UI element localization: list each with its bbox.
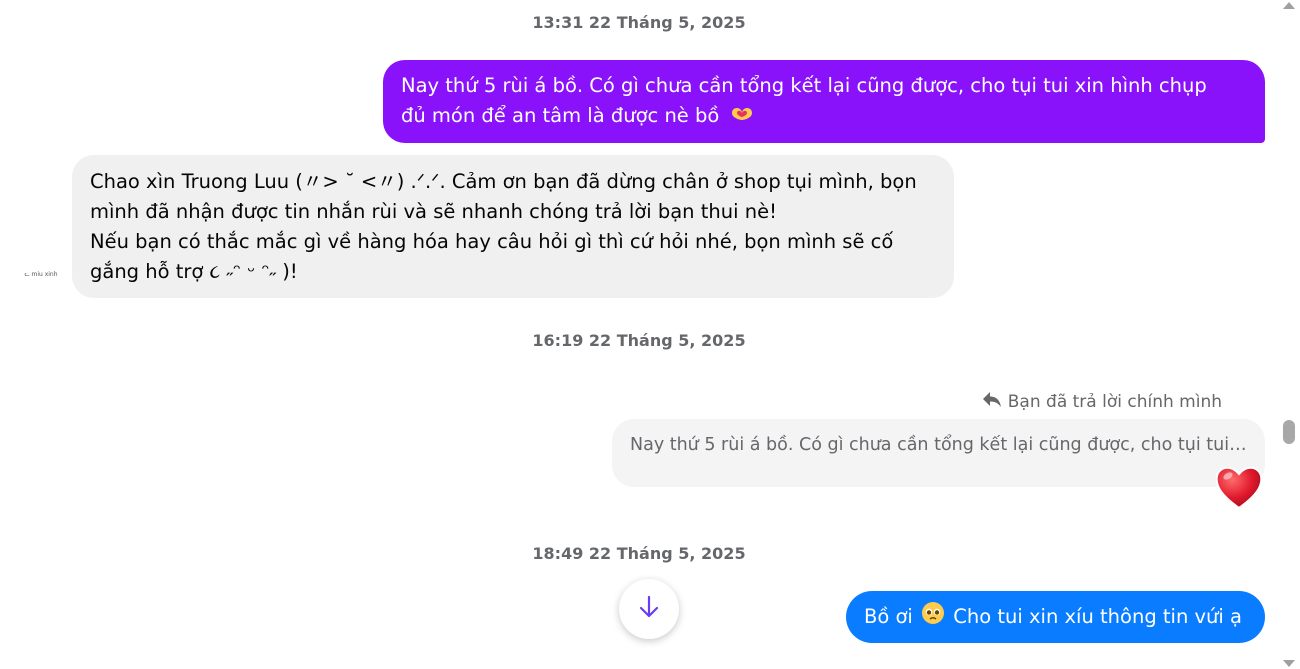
quoted-message[interactable]: Nay thứ 5 rùi á bồ. Có gì chưa cần tổng … xyxy=(612,419,1265,487)
outgoing-message[interactable]: Bồ ơi Cho tui xin xíu thông tin vứi ạ xyxy=(846,591,1265,643)
message-line: Nếu bạn có thắc mắc gì về hàng hóa hay c… xyxy=(90,230,894,253)
message-line-text: đủ món để an tâm là được nè bồ xyxy=(401,104,720,127)
message-line: đủ món để an tâm là được nè bồ xyxy=(401,101,1247,132)
arrow-down-icon xyxy=(638,595,660,624)
message-line: mình đã nhận được tin nhắn rùi và sẽ nha… xyxy=(90,200,777,223)
message-line: gắng hỗ trợ ૮ ˶ᵔ ᵕ ᵔ˶ )! xyxy=(90,260,298,283)
pleading-face-emoji-icon xyxy=(921,601,945,634)
timestamp: 16:19 22 Tháng 5, 2025 xyxy=(532,331,746,350)
scrollbar-thumb[interactable] xyxy=(1283,420,1295,444)
timestamp: 18:49 22 Tháng 5, 2025 xyxy=(532,544,746,563)
reply-label-text: Bạn đã trả lời chính mình xyxy=(1007,391,1222,412)
avatar[interactable]: ᓚ miu xinh xyxy=(24,266,58,284)
reply-arrow-icon xyxy=(982,389,1002,414)
scroll-down-arrow-icon[interactable] xyxy=(1283,660,1295,667)
scroll-to-bottom-button[interactable] xyxy=(619,579,679,639)
scroll-up-arrow-icon[interactable] xyxy=(1283,2,1295,9)
message-text: Cho tui xin xíu thông tin vứi ạ xyxy=(953,605,1242,628)
message-text: Bồ ơi xyxy=(864,605,913,628)
message-line: Nay thứ 5 rùi á bồ. Có gì chưa cần tổng … xyxy=(401,74,1207,97)
heart-reaction-icon[interactable] xyxy=(1214,464,1264,510)
timestamp: 13:31 22 Tháng 5, 2025 xyxy=(532,13,746,32)
chat-thread: 13:31 22 Tháng 5, 2025 Nay thứ 5 rùi á b… xyxy=(0,0,1278,669)
message-line: Chao xìn Truong Luu (〃> ˘ <〃) .ᐟ.ᐟ. Cảm … xyxy=(90,170,917,193)
heart-hands-emoji-icon xyxy=(728,102,756,132)
outgoing-message[interactable]: Nay thứ 5 rùi á bồ. Có gì chưa cần tổng … xyxy=(383,60,1265,143)
scrollbar[interactable] xyxy=(1278,0,1300,669)
incoming-message[interactable]: Chao xìn Truong Luu (〃> ˘ <〃) .ᐟ.ᐟ. Cảm … xyxy=(72,155,954,298)
reply-label: Bạn đã trả lời chính mình xyxy=(982,389,1222,414)
